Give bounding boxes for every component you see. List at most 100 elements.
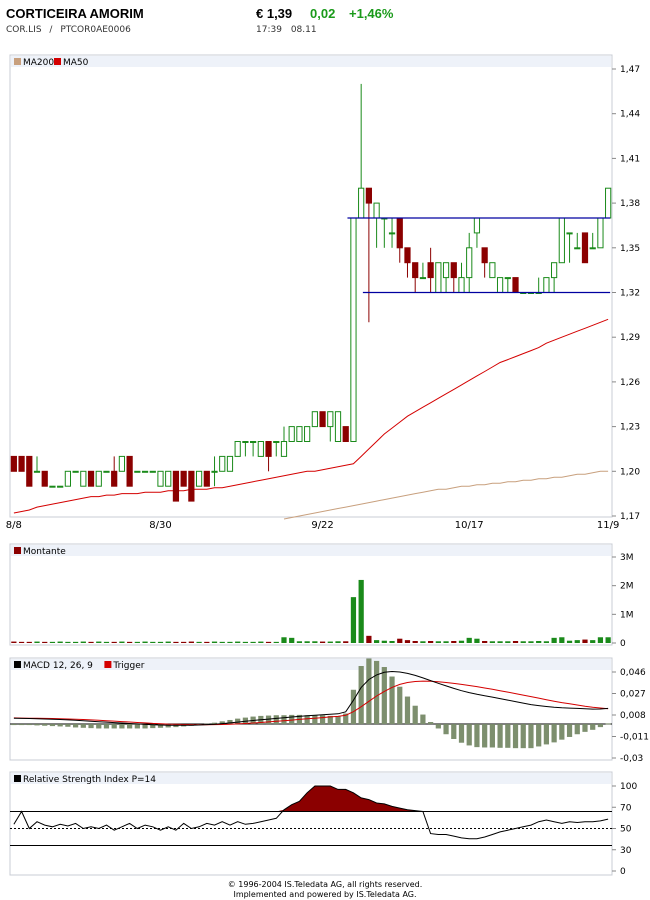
- volume-bar: [265, 641, 272, 643]
- candle-body: [87, 470, 95, 487]
- candle-body: [157, 470, 164, 487]
- volume-bar: [72, 641, 79, 643]
- macd-histogram-bar: [474, 724, 480, 748]
- volume-bar: [428, 640, 434, 643]
- volume-bar: [127, 641, 133, 643]
- candle-body: [41, 470, 48, 487]
- candle-body: [141, 470, 149, 473]
- price-panel-legend-swatch: [14, 58, 21, 65]
- macd-histogram-bar: [397, 686, 403, 725]
- macd-histogram-bar: [389, 676, 395, 725]
- macd-axis-tick-label: 0,008: [620, 711, 646, 721]
- macd-histogram-bar: [335, 716, 341, 725]
- candle-body: [450, 262, 457, 279]
- macd-panel-legend-label: MACD 12, 26, 9: [23, 661, 93, 671]
- price-x-tick-label: 9/22: [311, 520, 333, 531]
- macd-histogram-bar: [528, 724, 534, 749]
- volume-bar: [482, 640, 488, 643]
- volume-panel-legend-swatch: [14, 547, 21, 554]
- volume-bar: [150, 641, 156, 643]
- price-axis-tick-label: 1,41: [620, 154, 640, 164]
- rsi-panel-legend-swatch: [14, 775, 21, 782]
- macd-histogram-bar: [443, 724, 449, 735]
- macd-panel-legend-label: Trigger: [112, 661, 144, 671]
- macd-axis-tick-label: -0,03: [620, 754, 643, 764]
- candle-body: [64, 470, 71, 487]
- candle-body: [334, 411, 342, 443]
- macd-histogram-bar: [350, 689, 357, 725]
- candle-body: [558, 217, 565, 264]
- volume-bar: [235, 641, 241, 643]
- volume-bar: [65, 641, 71, 643]
- macd-histogram-bar: [26, 724, 32, 726]
- candle-body: [72, 470, 79, 473]
- volume-bar: [157, 641, 164, 643]
- macd-histogram-bar: [412, 705, 418, 725]
- candle-body: [327, 411, 334, 428]
- rsi-axis-tick-label: 30: [620, 846, 632, 856]
- macd-histogram-bar: [520, 724, 526, 749]
- candle-body: [473, 217, 481, 234]
- candle-body: [280, 441, 288, 457]
- volume-bar: [505, 641, 511, 643]
- macd-histogram-bar: [304, 715, 310, 725]
- candle-body: [481, 247, 488, 264]
- candle-body: [250, 441, 257, 443]
- candle-body: [118, 455, 126, 472]
- candle-body: [512, 277, 519, 294]
- volume-bar: [165, 641, 171, 643]
- candle-body: [95, 470, 102, 487]
- volume-bar: [551, 637, 557, 643]
- candle-body: [496, 277, 504, 294]
- volume-bar: [173, 641, 179, 643]
- price-x-tick-label: 10/17: [455, 520, 484, 531]
- candle-body: [57, 485, 64, 488]
- price-axis-tick-label: 1,20: [620, 467, 640, 477]
- volume-bar: [188, 641, 194, 643]
- volume-bar: [242, 641, 249, 643]
- macd-histogram-bar: [111, 724, 117, 729]
- macd-histogram-bar: [319, 715, 326, 725]
- macd-histogram-bar: [80, 724, 86, 728]
- price-panel-legend-swatch: [54, 58, 61, 65]
- macd-panel-legend-swatch: [104, 661, 112, 668]
- price-axis-tick-label: 1,38: [620, 199, 640, 209]
- candle-body: [234, 441, 241, 457]
- candle-body: [404, 247, 411, 264]
- candle-body: [319, 411, 326, 428]
- macd-histogram-bar: [42, 724, 48, 726]
- candle-body: [219, 455, 226, 472]
- rsi-panel-frame: [9, 771, 613, 876]
- volume-axis-tick-label: 1M: [620, 610, 634, 620]
- volume-bar: [412, 640, 418, 643]
- macd-histogram-bar: [103, 724, 110, 729]
- macd-histogram-bar: [551, 724, 557, 743]
- volume-bar: [335, 641, 341, 643]
- candle-body: [203, 470, 210, 487]
- macd-histogram-bar: [119, 724, 125, 729]
- price-panel-legend-bar: [11, 56, 611, 67]
- volume-bar: [281, 637, 287, 643]
- volume-bar: [366, 635, 372, 643]
- macd-histogram-bar: [65, 724, 71, 727]
- volume-bar: [304, 641, 310, 643]
- candle-body: [342, 426, 349, 443]
- price-axis-tick-label: 1,23: [620, 423, 640, 433]
- macd-histogram-bar: [265, 715, 272, 725]
- volume-bar: [397, 638, 403, 643]
- volume-bar: [80, 641, 86, 643]
- candle-body: [149, 470, 156, 473]
- candle-body: [589, 247, 596, 250]
- candle-body: [365, 187, 372, 204]
- volume-bar: [458, 640, 465, 643]
- candle-body: [188, 470, 195, 502]
- price-axis-tick-label: 1,32: [620, 289, 640, 299]
- macd-histogram-bar: [49, 724, 56, 727]
- volume-bar: [489, 641, 495, 643]
- macd-axis-tick-label: 0,027: [620, 690, 646, 700]
- macd-histogram-bar: [590, 724, 596, 730]
- candle-body: [566, 232, 573, 235]
- volume-bar: [358, 579, 364, 643]
- volume-bar: [404, 640, 411, 643]
- macd-histogram-bar: [582, 724, 588, 732]
